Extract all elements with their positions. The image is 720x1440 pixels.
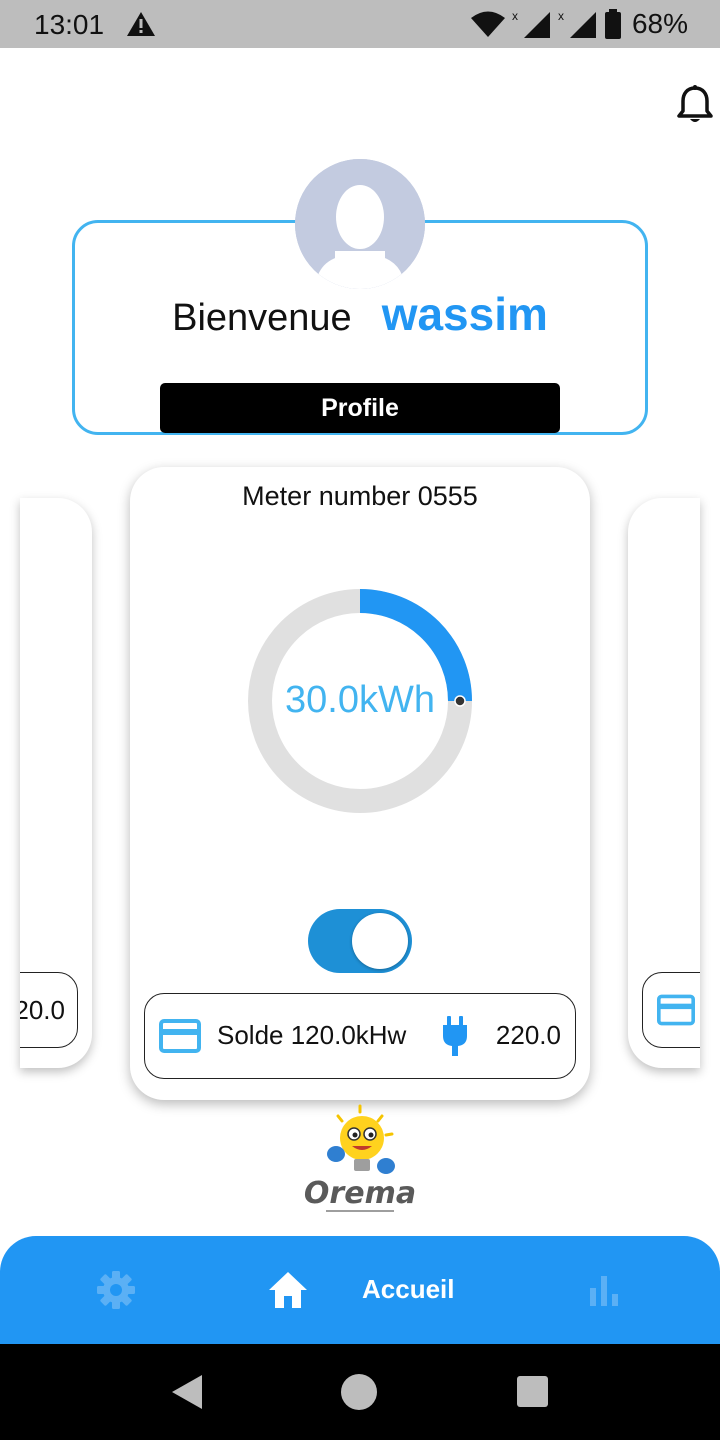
bottom-nav: Accueil [0,1236,720,1344]
profile-button[interactable]: Profile [160,383,560,433]
logo-wordmark: Orema [304,1176,416,1211]
side-info-pill: 220.0 [20,972,78,1048]
back-icon[interactable] [170,1374,204,1410]
side-energy-value: 220.0 [20,995,65,1025]
plug-icon [443,1016,467,1056]
meter-title: Meter number 0555 [242,481,478,511]
consumption-value: 30.0kWh [285,679,435,721]
svg-text:x: x [558,9,564,23]
credit-card-icon [159,1019,201,1053]
bulb-mascot-icon [327,1104,395,1174]
welcome-row: Bienvenue wassim [75,287,645,341]
warning-icon [127,12,155,36]
bar-chart-icon[interactable] [586,1272,622,1308]
user-name: wassim [381,288,548,340]
system-nav-bar [0,1344,720,1440]
credit-card-icon [657,994,695,1026]
status-bar: 13:01 x x 68% [0,0,720,48]
meter-card-next[interactable] [628,498,700,1068]
settings-icon[interactable] [96,1270,136,1310]
bell-icon[interactable] [676,84,714,126]
home-icon[interactable] [267,1270,309,1310]
switch-knob [352,913,408,969]
avatar[interactable] [295,159,425,289]
status-icons: x x 68% [470,6,688,42]
recents-icon[interactable] [517,1376,548,1407]
meter-card-previous[interactable]: 220.0 [20,498,92,1068]
orema-logo: Orema [304,1104,416,1212]
energy-value: 220.0 [495,1020,561,1050]
meter-power-switch[interactable] [308,909,412,973]
battery-icon [604,9,621,39]
svg-text:x: x [512,9,518,23]
wifi-icon [470,11,505,37]
status-time: 13:01 [34,9,105,40]
meter-card[interactable]: Meter number 0555 30.0kWh Solde 120.0kHw… [130,467,590,1100]
welcome-label: Bienvenue [172,297,352,339]
balance-text: Solde 120.0kHw [217,1020,407,1050]
nav-home-label[interactable]: Accueil [362,1274,455,1305]
avatar-placeholder-icon [295,159,425,289]
side-info-pill [642,972,700,1048]
battery-percent: 68% [631,8,688,39]
signal-icon: x [558,9,596,38]
signal-icon: x [512,9,550,38]
meter-info-pill: Solde 120.0kHw 220.0 [144,993,576,1079]
home-circle-icon[interactable] [341,1374,377,1410]
